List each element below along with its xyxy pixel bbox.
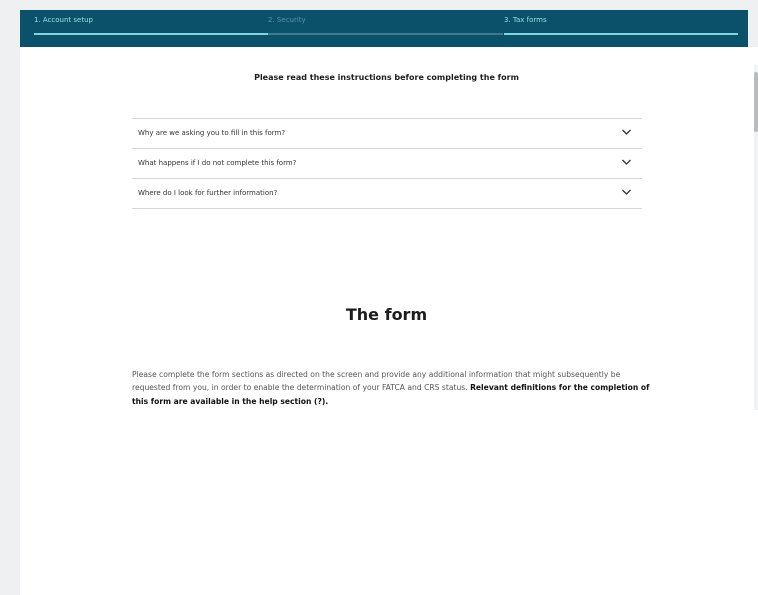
accordion-item-why[interactable]: Why are we asking you to fill in this fo…	[132, 119, 642, 149]
step-progress-bar	[34, 33, 268, 35]
step-progress-bar	[504, 33, 738, 35]
step-account-setup[interactable]: 1. Account setup	[34, 10, 268, 47]
step-security[interactable]: 2. Security	[268, 10, 503, 47]
step-progress-bar	[268, 33, 503, 35]
chevron-down-icon[interactable]	[621, 127, 632, 137]
step-tax-forms[interactable]: 3. Tax forms	[504, 10, 738, 47]
progress-stepper: 1. Account setup 2. Security 3. Tax form…	[20, 10, 748, 47]
chevron-down-icon[interactable]	[621, 187, 632, 197]
accordion-item-further-info[interactable]: Where do I look for further information?	[132, 179, 642, 209]
accordion-item-label: Why are we asking you to fill in this fo…	[138, 129, 286, 137]
app-window: 1. Account setup 2. Security 3. Tax form…	[0, 0, 758, 595]
accordion-item-label: What happens if I do not complete this f…	[138, 159, 297, 167]
instructions-accordion: Why are we asking you to fill in this fo…	[132, 118, 642, 209]
form-section-title: The form	[345, 305, 428, 324]
step-label: 2. Security	[268, 16, 306, 24]
step-label: 1. Account setup	[34, 16, 93, 24]
form-description: Please complete the form sections as dir…	[132, 368, 652, 409]
chevron-down-icon[interactable]	[621, 157, 632, 167]
accordion-item-what-happens[interactable]: What happens if I do not complete this f…	[132, 149, 642, 179]
scrollbar-thumb[interactable]	[754, 72, 758, 132]
step-label: 3. Tax forms	[504, 16, 547, 24]
accordion-item-label: Where do I look for further information?	[138, 189, 278, 197]
content-panel: Please read these instructions before co…	[20, 47, 758, 595]
instructions-heading: Please read these instructions before co…	[254, 73, 519, 82]
scrollbar[interactable]	[754, 65, 758, 410]
